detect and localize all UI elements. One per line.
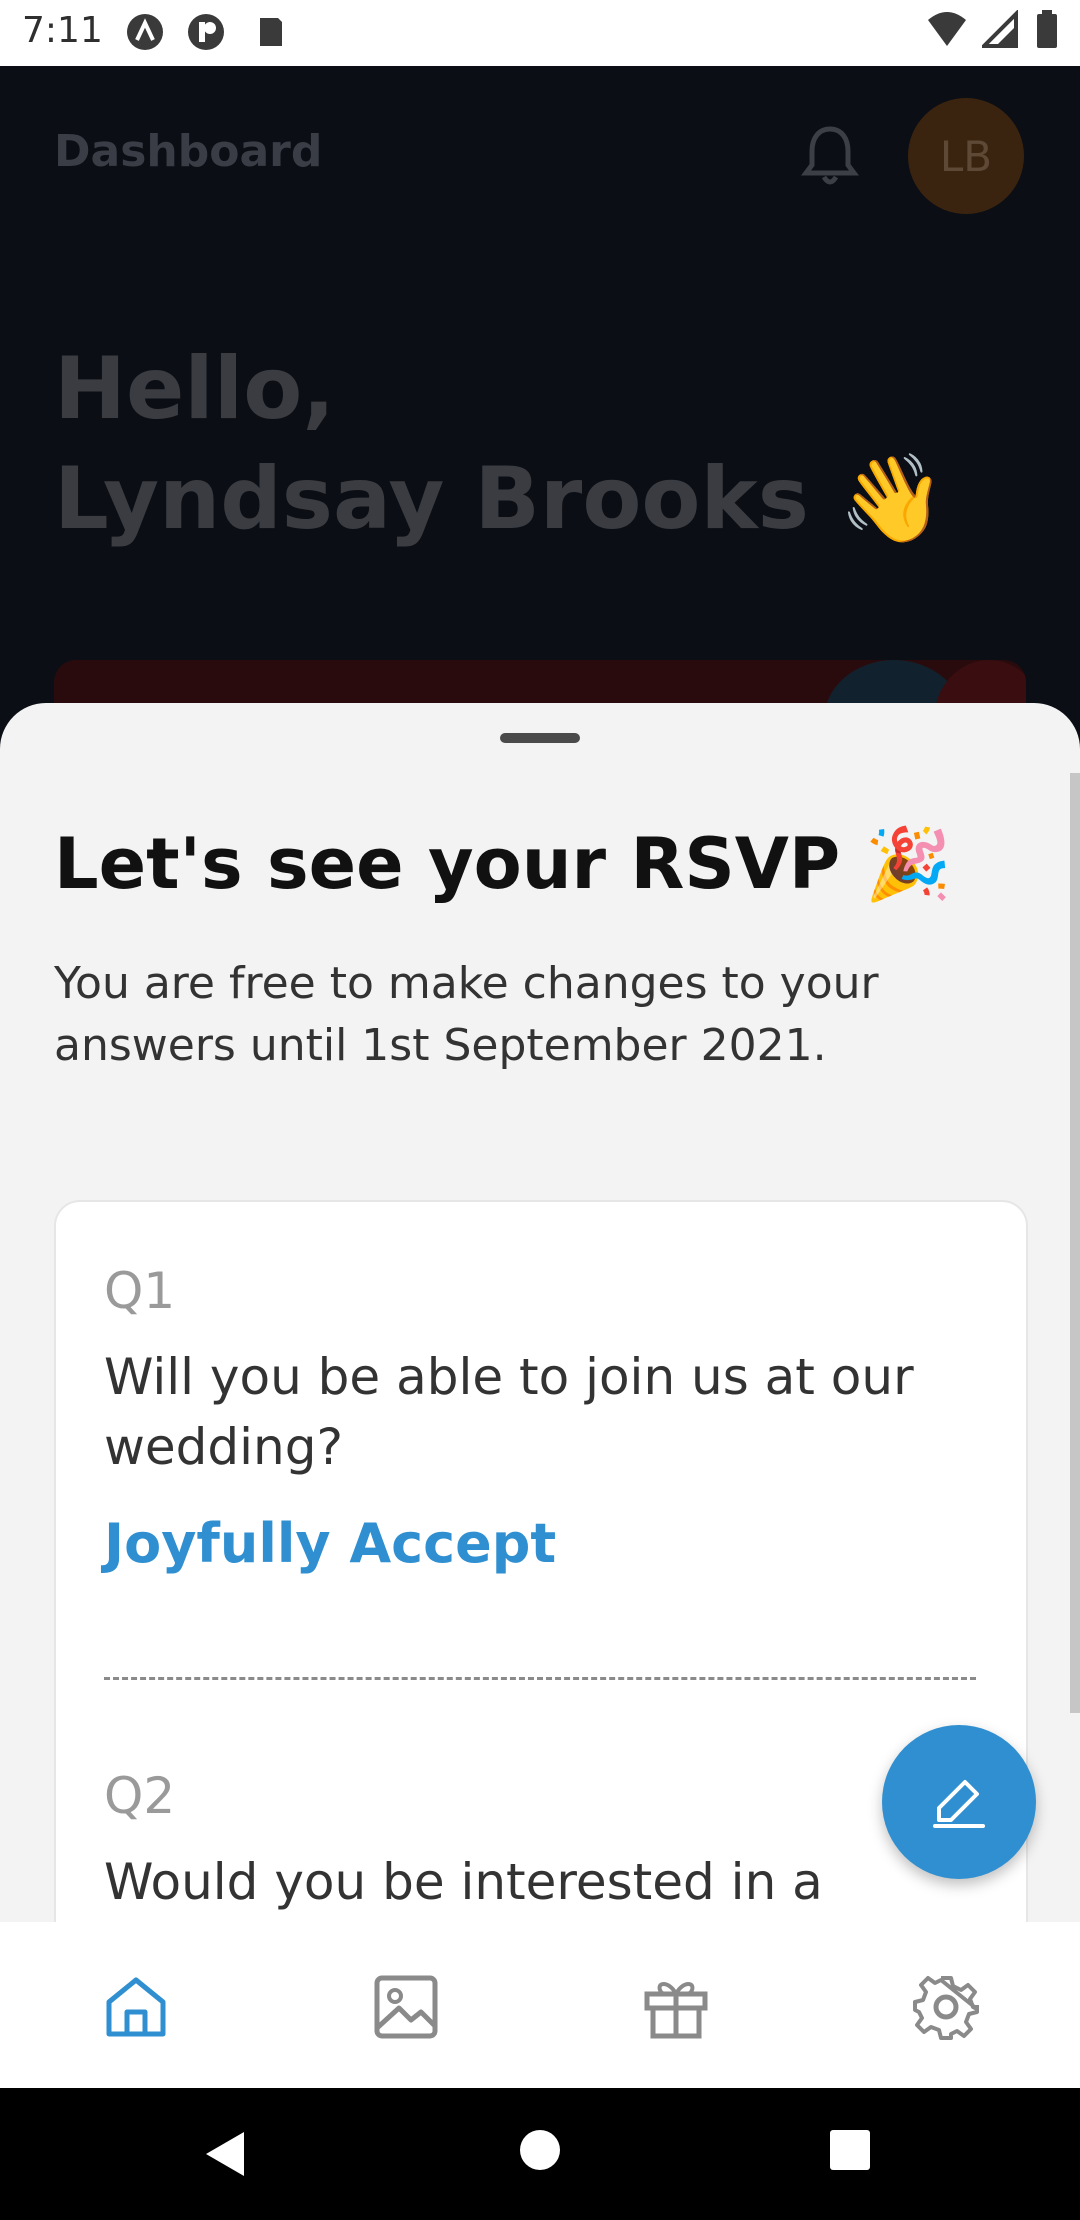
bottom-navigation <box>0 1922 1080 2088</box>
question-label-2: Q2 <box>104 1767 176 1825</box>
question-label: Q1 <box>104 1262 176 1320</box>
greeting: Hello, Lyndsay Brooks 👋 <box>54 334 946 554</box>
gift-icon[interactable] <box>641 1972 711 2042</box>
app-notification-icon <box>127 14 163 50</box>
sheet-title: Let's see your RSVP 🎉 <box>54 823 952 905</box>
cell-signal-icon <box>982 10 1018 48</box>
sd-card-icon <box>260 18 282 46</box>
app-notification-icon-2 <box>188 14 224 50</box>
edit-rsvp-button[interactable] <box>882 1725 1036 1879</box>
greeting-name: Lyndsay Brooks 👋 <box>54 449 946 549</box>
answer-text: Joyfully Accept <box>104 1512 557 1575</box>
wifi-icon <box>928 12 966 46</box>
home-icon[interactable] <box>101 1972 171 2042</box>
question-text-2: Would you be interested in a <box>104 1853 823 1911</box>
dashed-divider <box>104 1677 976 1680</box>
gallery-icon[interactable] <box>371 1972 441 2042</box>
dashboard-title: Dashboard <box>54 126 323 177</box>
rsvp-answers-card: Q1 Will you be able to join us at our we… <box>54 1200 1028 1923</box>
status-time: 7:11 <box>22 10 103 51</box>
scrollbar[interactable] <box>1070 773 1080 1713</box>
sheet-drag-handle[interactable] <box>500 733 580 743</box>
notification-bell-icon[interactable] <box>800 121 860 191</box>
system-navigation-bar <box>0 2088 1080 2220</box>
back-icon[interactable] <box>200 2128 250 2180</box>
greeting-line-1: Hello, <box>54 339 336 439</box>
status-bar: 7:11 <box>0 0 1080 66</box>
recents-square-icon[interactable] <box>828 2128 872 2172</box>
question-text: Will you be able to join us at our weddi… <box>104 1348 914 1476</box>
sheet-subtitle: You are free to make changes to your ans… <box>54 958 879 1071</box>
avatar[interactable]: LB <box>908 98 1024 214</box>
status-right-icons <box>926 10 1060 50</box>
edit-pencil-icon <box>933 1780 985 1828</box>
settings-icon[interactable] <box>911 1972 981 2042</box>
home-circle-icon[interactable] <box>518 2128 562 2172</box>
dashboard-backdrop: Dashboard LB Hello, Lyndsay Brooks 👋 <box>0 66 1080 740</box>
battery-icon <box>1037 10 1057 48</box>
